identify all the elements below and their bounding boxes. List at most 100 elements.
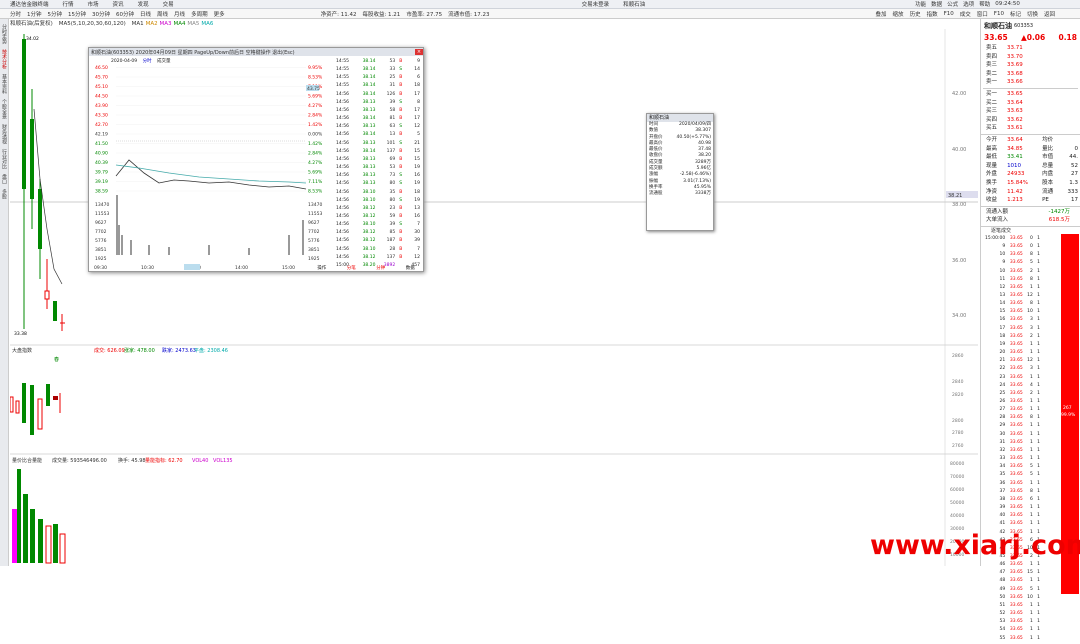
- menu-quotes[interactable]: 行情: [63, 0, 74, 8]
- popup-price-label: 45.10: [95, 84, 108, 90]
- period-1min[interactable]: 1分钟: [27, 10, 42, 18]
- menu-discover[interactable]: 发现: [138, 0, 149, 8]
- tool-window[interactable]: 窗口: [977, 10, 988, 18]
- tool-switch[interactable]: 切换: [1027, 10, 1038, 18]
- trade-price: 38.10: [362, 197, 376, 203]
- tick-row: 9 33.65 5 1: [983, 260, 1041, 266]
- period-month[interactable]: 月线: [174, 10, 185, 18]
- ticks-title[interactable]: 逐笔成交: [981, 225, 1080, 234]
- trade-side: S: [399, 99, 403, 105]
- tick-vol: 8: [1030, 252, 1033, 258]
- tick-count: 1: [1037, 431, 1040, 437]
- tick-price: 33.65: [1009, 260, 1023, 266]
- tick-time: 47: [999, 570, 1006, 576]
- period-5min[interactable]: 5分钟: [48, 10, 63, 18]
- index-axis-tick: 2760: [952, 443, 964, 449]
- nav-book[interactable]: 盘口: [1, 174, 8, 184]
- period-week[interactable]: 周线: [157, 10, 168, 18]
- tick-vol: 10: [1027, 594, 1033, 600]
- btab-min[interactable]: 分钟: [376, 265, 385, 271]
- nav-multi[interactable]: 多股: [1, 189, 8, 199]
- period-day[interactable]: 日线: [140, 10, 151, 18]
- tick-row: 11 33.65 8 1: [983, 277, 1041, 283]
- candle: [44, 290, 50, 300]
- vol-ind-4: VOL135: [213, 458, 233, 464]
- trade-vol: 85: [389, 230, 396, 236]
- trade-count: 17: [414, 116, 420, 122]
- tab-volume[interactable]: 成交量: [157, 59, 171, 64]
- tick-time: 50: [999, 594, 1006, 600]
- intraday-popup[interactable]: 和顺石油(603353) 2020年04月09日 星期四 PageUp/Down…: [88, 47, 424, 272]
- nav-finance[interactable]: 财务透视: [1, 124, 8, 144]
- bid-row: 买四 33.62: [983, 117, 1078, 124]
- bid-label: 买四: [986, 116, 998, 123]
- period-more[interactable]: 更多: [214, 10, 225, 18]
- tool-history[interactable]: 历史: [910, 10, 921, 18]
- stat-value2: [1061, 137, 1078, 144]
- menu-function[interactable]: 功能: [915, 0, 926, 8]
- menu-data[interactable]: 数据: [931, 0, 942, 8]
- tool-overlay[interactable]: 叠加: [876, 10, 887, 18]
- stat-row: 最高 34.85 量比 0: [983, 146, 1078, 153]
- menu-options[interactable]: 选项: [963, 0, 974, 8]
- stat-value2: 0: [1074, 145, 1079, 152]
- trade-time: 14:56: [336, 165, 349, 171]
- trade-time: 14:56: [336, 246, 349, 252]
- trade-time: 14:56: [336, 197, 349, 203]
- stat-key: 外盘: [986, 171, 998, 178]
- nav-tech[interactable]: 技术分析: [1, 49, 8, 69]
- tick-row: 13 33.65 12 1: [983, 293, 1041, 299]
- tool-back[interactable]: 返回: [1044, 10, 1055, 18]
- menu-trade[interactable]: 交易: [163, 0, 174, 8]
- tick-row: 36 33.65 1 1: [983, 481, 1041, 487]
- nav-industry[interactable]: 行业对比: [1, 149, 8, 169]
- tick-count: 1: [1037, 382, 1040, 388]
- btab-op[interactable]: 操作: [317, 265, 326, 271]
- menu-market[interactable]: 市场: [88, 0, 99, 8]
- bid-row: 买二 33.64: [983, 100, 1078, 107]
- period-30min[interactable]: 30分钟: [92, 10, 110, 18]
- idx-ind-2: 跌家: 2473.63: [162, 347, 196, 354]
- trade-status[interactable]: 交易未登录: [582, 0, 610, 8]
- menu-info[interactable]: 资讯: [113, 0, 124, 8]
- tool-f10b[interactable]: F10: [994, 11, 1004, 17]
- price-axis-tick: 42.00: [952, 91, 966, 97]
- trade-row: 14:56 38.14 81 B 17: [335, 116, 421, 122]
- btab-data[interactable]: 数据: [406, 265, 415, 271]
- btab-tick[interactable]: 分笔: [347, 265, 356, 271]
- tool-index[interactable]: 指数: [927, 10, 938, 18]
- trade-price: 38.14: [362, 67, 376, 73]
- nav-basic[interactable]: 基本资料: [1, 74, 8, 94]
- trade-side: B: [399, 107, 403, 113]
- tool-f10[interactable]: F10: [944, 11, 954, 17]
- popup-chart[interactable]: 46.50 9.95% 45.70 8.53% 45.10 7.11% 44.50 5.69%…: [89, 65, 339, 273]
- trade-row: 14:55 38.14 53 B 9: [335, 59, 421, 65]
- tick-count: 1: [1037, 611, 1040, 617]
- flow-value: 618.5万: [1048, 217, 1070, 224]
- menu-formula[interactable]: 公式: [947, 0, 958, 8]
- menu-help[interactable]: 帮助: [979, 0, 990, 8]
- trade-row: 14:56 38.14 126 B 17: [335, 92, 421, 98]
- nav-fenshi[interactable]: 分时走势: [1, 24, 8, 44]
- period-15min[interactable]: 15分钟: [68, 10, 86, 18]
- trade-side: S: [399, 67, 403, 73]
- cur-price-tag: 38.21: [948, 193, 962, 199]
- quote-pct: 0.18: [1058, 33, 1077, 42]
- tool-deals[interactable]: 成交: [960, 10, 971, 18]
- trade-time: 14:56: [336, 189, 349, 195]
- period-60min[interactable]: 60分钟: [116, 10, 134, 18]
- nav-panorama[interactable]: 个股全景: [1, 99, 8, 119]
- stat-value: 33.41: [1007, 154, 1023, 161]
- tick-time: 51: [999, 602, 1006, 608]
- trade-count: 12: [414, 254, 420, 260]
- tool-mark[interactable]: 标记: [1010, 10, 1021, 18]
- tick-vol: 5: [1030, 464, 1033, 470]
- close-icon[interactable]: ×: [415, 49, 423, 55]
- tab-fenshi[interactable]: 分时: [143, 59, 152, 64]
- tool-zoom[interactable]: 缩放: [893, 10, 904, 18]
- trade-vol: 137: [386, 254, 396, 260]
- tick-price: 33.65: [1009, 619, 1023, 625]
- period-multi[interactable]: 多周期: [191, 10, 208, 18]
- popup-pct-label: 7.11%: [308, 179, 323, 185]
- period-fenshi[interactable]: 分时: [10, 10, 21, 18]
